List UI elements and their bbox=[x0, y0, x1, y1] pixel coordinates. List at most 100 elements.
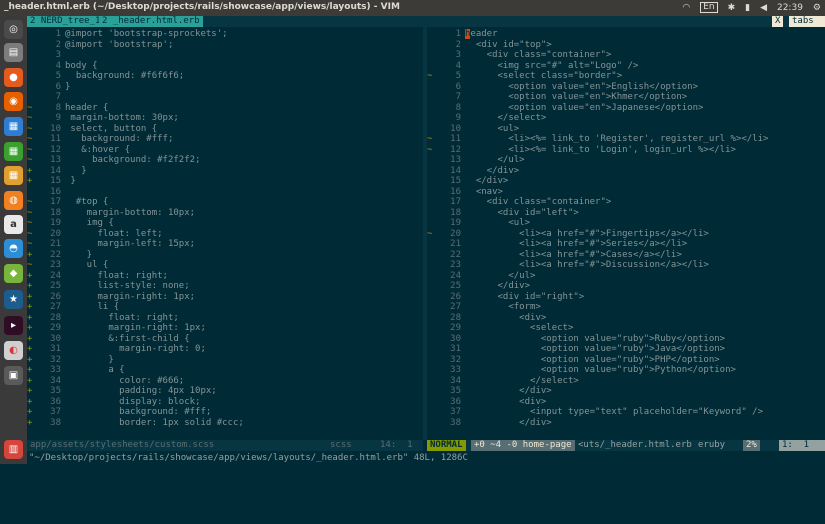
code-line[interactable]: 30 <option value="ruby">Ruby</option> bbox=[427, 334, 825, 345]
close-tab-button[interactable]: X bbox=[772, 16, 784, 27]
command-line[interactable]: "~/Desktop/projects/rails/showcase/app/v… bbox=[27, 453, 825, 464]
code-line[interactable]: 3 bbox=[27, 50, 423, 61]
tab-nerdtree[interactable]: 2 NERD_tree_1 bbox=[27, 16, 104, 27]
code-line[interactable]: ~17 #top { bbox=[27, 197, 423, 208]
code-line[interactable]: ~20 <li><a href="#">Fingertips</a></li> bbox=[427, 229, 825, 240]
code-line[interactable]: ~13 background: #f2f2f2; bbox=[27, 155, 423, 166]
code-line[interactable]: 18 <div id="left"> bbox=[427, 208, 825, 219]
code-line[interactable]: 19 <ul> bbox=[427, 218, 825, 229]
code-line[interactable]: +25 list-style: none; bbox=[27, 281, 423, 292]
code-line[interactable]: 37 <input type="text" placeholder="Keywo… bbox=[427, 407, 825, 418]
code-line[interactable]: +33 a { bbox=[27, 365, 423, 376]
workspaces-icon[interactable]: ▣ bbox=[4, 366, 23, 385]
code-line[interactable]: 25 </div> bbox=[427, 281, 825, 292]
firefox-icon[interactable]: ◉ bbox=[4, 92, 23, 111]
code-line[interactable]: 29 <select> bbox=[427, 323, 825, 334]
code-line[interactable]: +26 margin-right: 1px; bbox=[27, 292, 423, 303]
code-line[interactable]: 32 <option value="ruby">PHP</option> bbox=[427, 355, 825, 366]
code-line[interactable]: 23 <li><a href="#">Discussion</a></li> bbox=[427, 260, 825, 271]
code-line[interactable]: 17 <div class="container"> bbox=[427, 197, 825, 208]
code-line[interactable]: 7 bbox=[27, 92, 423, 103]
code-line[interactable]: 24 </ul> bbox=[427, 271, 825, 282]
disk-icon[interactable]: ◐ bbox=[4, 341, 23, 360]
code-line[interactable]: 27 <form> bbox=[427, 302, 825, 313]
code-line[interactable]: 38 </div> bbox=[427, 418, 825, 429]
code-line[interactable]: 5 background: #f6f6f6; bbox=[27, 71, 423, 82]
code-line[interactable]: 31 <option value="ruby">Java</option> bbox=[427, 344, 825, 355]
code-line[interactable]: +32 } bbox=[27, 355, 423, 366]
code-line[interactable]: ~18 margin-bottom: 10px; bbox=[27, 208, 423, 219]
code-line[interactable]: 2 @import 'bootstrap'; bbox=[27, 40, 423, 51]
code-line[interactable]: 6} bbox=[27, 82, 423, 93]
code-line[interactable]: 34 </select> bbox=[427, 376, 825, 387]
code-line[interactable]: +24 float: right; bbox=[27, 271, 423, 282]
code-line[interactable]: +28 float: right; bbox=[27, 313, 423, 324]
code-line[interactable]: 13 </ul> bbox=[427, 155, 825, 166]
code-line[interactable]: 16 <nav> bbox=[427, 187, 825, 198]
code-line[interactable]: ~19 img { bbox=[27, 218, 423, 229]
tab-header-erb[interactable]: 2 _header.html.erb bbox=[99, 16, 203, 27]
code-line[interactable]: 26 <div id="right"> bbox=[427, 292, 825, 303]
wifi-icon[interactable]: ◠ bbox=[682, 3, 690, 13]
code-line[interactable]: +37 background: #fff; bbox=[27, 407, 423, 418]
code-line[interactable]: +29 margin-right: 1px; bbox=[27, 323, 423, 334]
impress-icon[interactable]: ▦ bbox=[4, 166, 23, 185]
code-line[interactable]: ~8 header { bbox=[27, 103, 423, 114]
battery-icon[interactable]: ▮ bbox=[745, 3, 750, 13]
code-line[interactable]: ~5 <select class="border"> bbox=[427, 71, 825, 82]
right-split-erb[interactable]: 1 header 2 <div id="top"> 3 <div class="con… bbox=[427, 27, 825, 440]
tool-icon[interactable]: ◓ bbox=[4, 239, 23, 258]
code-line[interactable]: ~12 &:hover { bbox=[27, 145, 423, 156]
code-line[interactable]: ~11 <li><%= link_to 'Register', register… bbox=[427, 134, 825, 145]
code-line[interactable]: 8 <option value="en">Japanese</option> bbox=[427, 103, 825, 114]
code-line[interactable]: +30 &:first-child { bbox=[27, 334, 423, 345]
code-line[interactable]: 21 <li><a href="#">Series</a></li> bbox=[427, 239, 825, 250]
software-center-icon[interactable]: ◍ bbox=[4, 191, 23, 210]
chrome-icon[interactable]: ● bbox=[4, 68, 23, 87]
vim-editor[interactable]: 2 NERD_tree_1 2 _header.html.erb X tabs … bbox=[27, 16, 825, 464]
code-line[interactable]: ~11 background: #fff; bbox=[27, 134, 423, 145]
bluetooth-icon[interactable]: ✱ bbox=[728, 3, 736, 13]
volume-icon[interactable]: ◀ bbox=[760, 3, 767, 13]
code-line[interactable]: 36 <div> bbox=[427, 397, 825, 408]
code-line[interactable]: ~21 margin-left: 15px; bbox=[27, 239, 423, 250]
keyboard-layout-indicator[interactable]: En bbox=[700, 2, 718, 13]
code-line[interactable]: 4 body { bbox=[27, 61, 423, 72]
amazon-icon[interactable]: a bbox=[4, 215, 23, 234]
left-split-scss[interactable]: 1 @import 'bootstrap-sprockets'; 2 @import … bbox=[27, 27, 423, 440]
code-line[interactable]: 33 <option value="ruby">Python</option> bbox=[427, 365, 825, 376]
code-line[interactable]: 22 <li><a href="#">Cases</a></li> bbox=[427, 250, 825, 261]
code-line[interactable]: 35 </div> bbox=[427, 386, 825, 397]
calc-icon[interactable]: ▦ bbox=[4, 142, 23, 161]
code-line[interactable]: 28 <div> bbox=[427, 313, 825, 324]
code-line[interactable]: +14 } bbox=[27, 166, 423, 177]
code-line[interactable]: ~20 float: left; bbox=[27, 229, 423, 240]
code-line[interactable]: 1 @import 'bootstrap-sprockets'; bbox=[27, 29, 423, 40]
code-line[interactable]: 6 <option value="en">English</option> bbox=[427, 82, 825, 93]
terminal-icon[interactable]: ▸ bbox=[4, 316, 23, 335]
files-icon[interactable]: ▤ bbox=[4, 43, 23, 62]
code-line[interactable]: 7 <option value="en">Khmer</option> bbox=[427, 92, 825, 103]
clock[interactable]: 22:39 bbox=[777, 3, 803, 13]
code-line[interactable]: +34 color: #666; bbox=[27, 376, 423, 387]
code-line[interactable]: 2 <div id="top"> bbox=[427, 40, 825, 51]
code-line[interactable]: 1 header bbox=[427, 29, 825, 40]
code-line[interactable]: +31 margin-right: 0; bbox=[27, 344, 423, 355]
dash-icon[interactable]: ◎ bbox=[4, 20, 23, 39]
trash-icon[interactable]: ▥ bbox=[4, 440, 23, 459]
code-line[interactable]: 3 <div class="container"> bbox=[427, 50, 825, 61]
code-line[interactable]: 14 </div> bbox=[427, 166, 825, 177]
code-line[interactable]: 9 </select> bbox=[427, 113, 825, 124]
code-line[interactable]: +22 } bbox=[27, 250, 423, 261]
code-line[interactable]: ~23 ul { bbox=[27, 260, 423, 271]
star-icon[interactable]: ★ bbox=[4, 290, 23, 309]
code-line[interactable]: 4 <img src="#" alt="Logo" /> bbox=[427, 61, 825, 72]
code-line[interactable]: 10 <ul> bbox=[427, 124, 825, 135]
code-line[interactable]: +15 } bbox=[27, 176, 423, 187]
writer-icon[interactable]: ▦ bbox=[4, 117, 23, 136]
code-line[interactable]: +38 border: 1px solid #ccc; bbox=[27, 418, 423, 429]
code-line[interactable]: ~9 margin-bottom: 30px; bbox=[27, 113, 423, 124]
code-line[interactable]: +35 padding: 4px 10px; bbox=[27, 386, 423, 397]
code-line[interactable]: 16 bbox=[27, 187, 423, 198]
code-line[interactable]: +36 display: block; bbox=[27, 397, 423, 408]
